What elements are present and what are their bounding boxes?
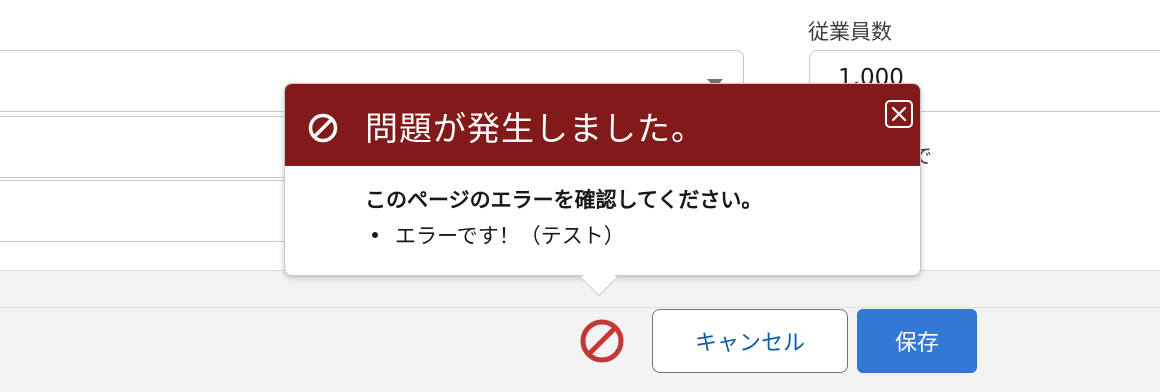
error-ban-icon[interactable]: [578, 317, 626, 365]
footer-divider: [0, 307, 1160, 308]
error-list: エラーです！（テスト）: [365, 220, 905, 250]
close-icon[interactable]: [885, 100, 913, 128]
ban-icon: [307, 112, 339, 144]
form-footer: キャンセル 保存: [0, 270, 1160, 392]
error-popover: 問題が発生しました。 このページのエラーを確認してください。 エラーです！（テス…: [284, 83, 921, 297]
bullet-icon: [372, 232, 378, 238]
save-button[interactable]: 保存: [857, 309, 977, 373]
cancel-button[interactable]: キャンセル: [652, 309, 848, 373]
error-item-text: エラーです！（テスト）: [395, 224, 625, 248]
error-popover-header: 問題が発生しました。: [285, 84, 920, 166]
error-popover-title: 問題が発生しました。: [365, 109, 705, 148]
error-list-item: エラーです！（テスト）: [365, 220, 905, 250]
error-summary-message: このページのエラーを確認してください。: [365, 188, 763, 212]
employees-label: 従業員数: [808, 20, 892, 44]
error-popover-body: このページのエラーを確認してください。 エラーです！（テスト）: [365, 184, 905, 250]
